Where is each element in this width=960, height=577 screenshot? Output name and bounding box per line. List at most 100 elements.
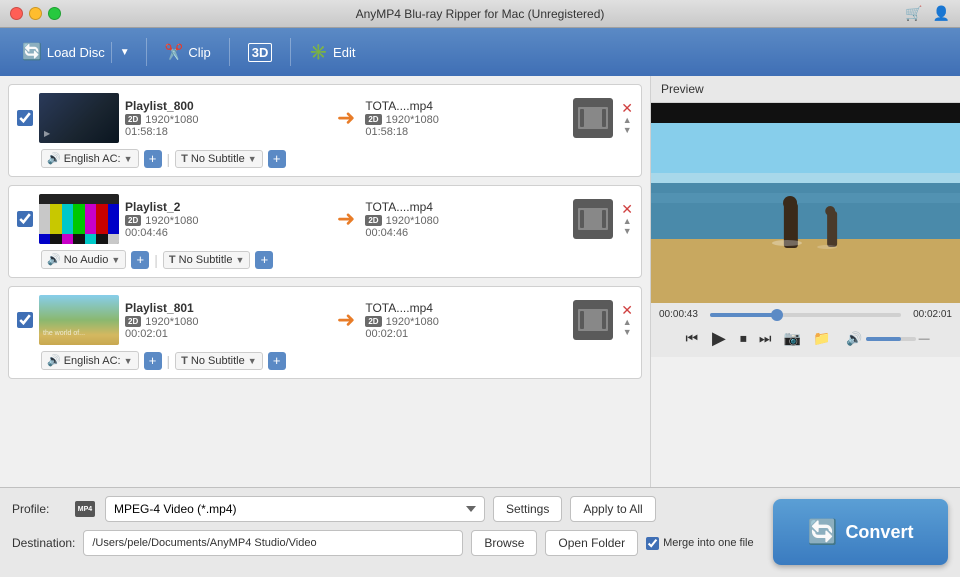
window-title: AnyMP4 Blu-ray Ripper for Mac (Unregiste… [356, 7, 605, 21]
item-1-settings[interactable] [573, 98, 613, 138]
item-2-settings[interactable] [573, 199, 613, 239]
volume-icon[interactable]: 🔊 [846, 331, 862, 347]
profile-select[interactable]: MPEG-4 Video (*.mp4) [105, 496, 485, 522]
main-content: ▶ Playlist_800 2D 1920*1080 01:58:18 ➜ [0, 76, 960, 487]
close-button[interactable] [10, 7, 23, 20]
item-2-checkbox[interactable] [17, 211, 33, 227]
convert-button[interactable]: 🔄 Convert [773, 499, 948, 565]
item-2-bottom: 🔊 No Audio ▼ + | T No Subtitle ▼ + [41, 250, 633, 269]
merge-checkbox[interactable] [646, 537, 659, 550]
item-2-duration: 00:04:46 [125, 227, 327, 239]
item-2-output-dur: 00:04:46 [365, 227, 567, 239]
volume-area: 🔊 — [846, 331, 929, 347]
load-disc-button[interactable]: 🔄 Load Disc [12, 37, 111, 67]
item-3-audio-select[interactable]: 🔊 English AC: ▼ [41, 351, 139, 370]
item-1-subtitle-text: No Subtitle [191, 153, 245, 165]
item-3-output-res: 1920*1080 [386, 316, 439, 328]
item-1-audio-text: English AC: [64, 153, 121, 165]
profile-row: Profile: MP4 MPEG-4 Video (*.mp4) Settin… [12, 496, 758, 522]
filmstrip-icon-3 [578, 309, 608, 331]
convert-label: Convert [845, 522, 913, 543]
item-3-down[interactable]: ▼ [623, 328, 632, 337]
item-3-subtitle-add[interactable]: + [268, 352, 286, 370]
item-3-audio-add[interactable]: + [144, 352, 162, 370]
item-2-audio-select[interactable]: 🔊 No Audio ▼ [41, 250, 126, 269]
item-1-audio-select[interactable]: 🔊 English AC: ▼ [41, 149, 139, 168]
item-2-close[interactable]: ✕ [621, 202, 633, 216]
item-1-up[interactable]: ▲ [623, 116, 632, 125]
item-1-down[interactable]: ▼ [623, 126, 632, 135]
item-2-info: Playlist_2 2D 1920*1080 00:04:46 [125, 200, 327, 239]
cart-icon[interactable]: 🛒 [905, 5, 922, 22]
3d-button[interactable]: 3D 3D [238, 38, 283, 67]
right-panel: Preview [650, 76, 960, 487]
screenshot-button[interactable]: 📷 [780, 328, 805, 349]
subtitle-dropdown-2: ▼ [235, 255, 244, 265]
item-1-subtitle-select[interactable]: T No Subtitle ▼ [175, 150, 262, 168]
item-2-name: Playlist_2 [125, 200, 327, 214]
minimize-button[interactable] [29, 7, 42, 20]
item-2-up[interactable]: ▲ [623, 217, 632, 226]
maximize-button[interactable] [48, 7, 61, 20]
preview-controls: 00:00:43 00:02:01 ⏮ ▶ ⏹ ⏭ 📷 📁 🔊 [651, 303, 960, 357]
subtitle-dropdown-1: ▼ [248, 154, 257, 164]
settings-button[interactable]: Settings [493, 496, 562, 522]
item-2-output: TOTA....mp4 2D 1920*1080 00:04:46 [365, 200, 567, 239]
item-3-subtitle-select[interactable]: T No Subtitle ▼ [175, 352, 262, 370]
item-1-quality-badge: 2D [125, 114, 141, 125]
total-time: 00:02:01 [907, 309, 952, 320]
audio-icon-1: 🔊 [47, 152, 61, 165]
stop-button[interactable]: ⏹ [736, 328, 751, 349]
edit-icon: ✳️ [309, 43, 328, 61]
item-3-quality-badge: 2D [125, 316, 141, 327]
item-2-resolution: 1920*1080 [145, 215, 198, 227]
skip-start-button[interactable]: ⏮ [681, 328, 702, 349]
dest-input[interactable] [83, 530, 463, 556]
progress-track[interactable] [710, 313, 901, 317]
item-1-audio-add[interactable]: + [144, 150, 162, 168]
item-1-resolution: 1920*1080 [145, 114, 198, 126]
item-3-bottom: 🔊 English AC: ▼ + | T No Subtitle ▼ + [41, 351, 633, 370]
apply-all-button[interactable]: Apply to All [570, 496, 655, 522]
playback-controls: ⏮ ▶ ⏹ ⏭ 📷 📁 🔊 — [659, 326, 952, 351]
item-1-info: Playlist_800 2D 1920*1080 01:58:18 [125, 99, 327, 138]
item-1-close[interactable]: ✕ [621, 101, 633, 115]
audio-dropdown-2: ▼ [111, 255, 120, 265]
clip-button[interactable]: ✂️ Clip [155, 38, 221, 66]
edit-button[interactable]: ✳️ Edit [299, 38, 365, 66]
item-1-name: Playlist_800 [125, 99, 327, 113]
play-button[interactable]: ▶ [706, 326, 732, 351]
item-3-up[interactable]: ▲ [623, 318, 632, 327]
item-1-subtitle-add[interactable]: + [268, 150, 286, 168]
item-3-output-name: TOTA....mp4 [365, 301, 567, 315]
load-disc-dropdown[interactable]: ▼ [111, 42, 138, 63]
folder-open-button[interactable]: 📁 [809, 328, 834, 349]
item-1-checkbox[interactable] [17, 110, 33, 126]
open-folder-button[interactable]: Open Folder [545, 530, 638, 556]
item-3-checkbox[interactable] [17, 312, 33, 328]
progress-thumb[interactable] [771, 309, 783, 321]
item-3-settings[interactable] [573, 300, 613, 340]
divider-3 [290, 38, 291, 66]
item-1-bottom: 🔊 English AC: ▼ + | T No Subtitle ▼ + [41, 149, 633, 168]
user-icon[interactable]: 👤 [933, 5, 950, 22]
volume-track[interactable] [866, 337, 916, 341]
item-2-subtitle-add[interactable]: + [255, 251, 273, 269]
item-2-output-res: 1920*1080 [386, 215, 439, 227]
item-3-resolution: 1920*1080 [145, 316, 198, 328]
subtitle-dropdown-3: ▼ [248, 356, 257, 366]
item-3-info: Playlist_801 2D 1920*1080 00:02:01 [125, 301, 327, 340]
bottom-wrapper: Profile: MP4 MPEG-4 Video (*.mp4) Settin… [0, 487, 960, 577]
item-2-down[interactable]: ▼ [623, 227, 632, 236]
item-2-audio-add[interactable]: + [131, 251, 149, 269]
item-3-close[interactable]: ✕ [621, 303, 633, 317]
volume-fill [866, 337, 901, 341]
skip-end-button[interactable]: ⏭ [755, 328, 776, 349]
item-1-output-name: TOTA....mp4 [365, 99, 567, 113]
clip-label: Clip [188, 45, 210, 60]
volume-mute[interactable]: — [919, 333, 930, 345]
convert-arrow-1: ➜ [333, 105, 359, 131]
convert-arrow-2: ➜ [333, 206, 359, 232]
browse-button[interactable]: Browse [471, 530, 537, 556]
item-2-subtitle-select[interactable]: T No Subtitle ▼ [163, 251, 250, 269]
